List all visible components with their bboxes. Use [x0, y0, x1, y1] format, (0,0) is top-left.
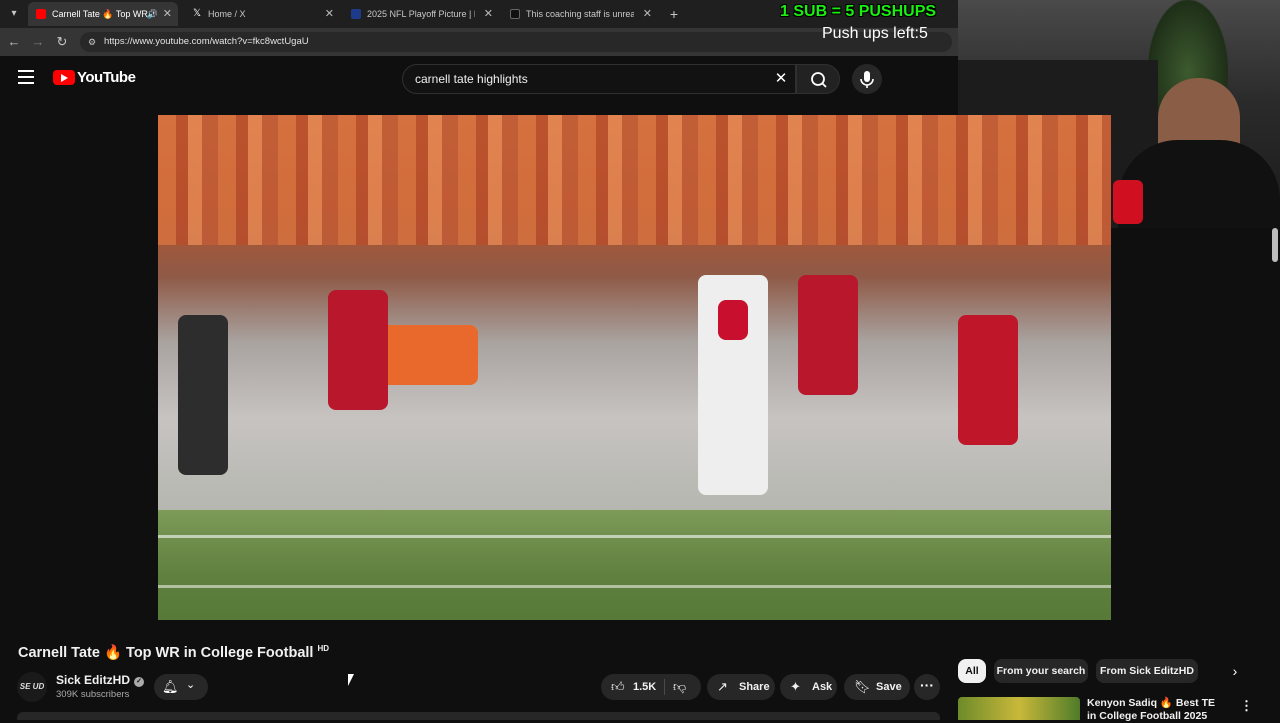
more-actions-icon[interactable]: ···	[914, 674, 940, 700]
tab-title: This coaching staff is unreal 😭	[526, 9, 634, 19]
like-icon[interactable]: 👍︎	[611, 674, 625, 700]
sideline-staff-image	[958, 315, 1018, 445]
speaker-icon[interactable]: 🔊	[147, 2, 158, 26]
save-button[interactable]: 🔖︎ Save	[844, 674, 910, 700]
subscriber-count: 309K subscribers	[56, 689, 130, 700]
site-info-icon[interactable]: ⚙	[86, 36, 98, 48]
red-cup-image	[1113, 180, 1143, 224]
youtube-wordmark: YouTube	[77, 69, 136, 86]
channel-name-text: Sick EditzHD	[56, 673, 131, 687]
tab-x[interactable]: 𝕏 Home / X ✕	[184, 2, 340, 26]
yard-line-image	[158, 535, 1111, 538]
page-scrollbar[interactable]	[1272, 228, 1278, 262]
referee-image	[178, 315, 228, 475]
football-field-image	[158, 510, 1111, 620]
share-button[interactable]: ↗ Share	[707, 674, 775, 700]
nfl-favicon-icon	[351, 9, 361, 19]
sideline-staff-image	[328, 290, 388, 410]
back-arrow-icon[interactable]: ←	[4, 32, 24, 52]
search-icon	[811, 72, 827, 88]
save-label: Save	[876, 681, 902, 693]
share-label: Share	[739, 681, 770, 693]
video-title-text: Carnell Tate 🔥 Top WR in College Footbal…	[18, 645, 314, 661]
pushups-left-text: Push ups left:5	[822, 25, 928, 42]
ask-button[interactable]: ✦ Ask	[780, 674, 837, 700]
ask-label: Ask	[812, 681, 833, 693]
tab-nfl[interactable]: 2025 NFL Playoff Picture | NFL ✕	[343, 2, 499, 26]
search-button[interactable]	[796, 64, 840, 94]
tab-title: Carnell Tate 🔥 Top WR in	[52, 9, 154, 19]
tab-search-button[interactable]: ▾	[4, 4, 24, 24]
verified-icon: ✓	[134, 677, 145, 687]
like-dislike-group: 👍︎ 1.5K 👎︎	[601, 674, 701, 700]
youtube-play-icon	[53, 70, 75, 85]
reload-icon[interactable]: ↻	[52, 32, 72, 52]
dislike-icon[interactable]: 👎︎	[673, 674, 686, 700]
like-count[interactable]: 1.5K	[633, 674, 656, 700]
yard-line-image	[158, 585, 1111, 588]
channel-avatar[interactable]: SE UD	[17, 672, 47, 702]
share-icon: ↗	[717, 679, 728, 694]
notifications-button[interactable]: 🔔︎ ⌄	[154, 674, 208, 700]
chevron-down-icon: ⌄	[186, 679, 196, 691]
address-bar-row: ← → ↻ ⚙ https://www.youtube.com/watch?v=…	[0, 28, 960, 56]
tab-title: Home / X	[208, 9, 246, 19]
video-title: Carnell Tate 🔥 Top WR in College Footbal…	[18, 644, 329, 666]
forward-arrow-icon[interactable]: →	[28, 32, 48, 52]
jersey-number-image	[718, 300, 748, 340]
mouse-cursor-icon	[348, 674, 354, 686]
youtube-logo[interactable]: YouTube	[53, 69, 136, 88]
bookmark-icon: 🔖︎	[854, 679, 871, 694]
more-vert-icon[interactable]: ⋮	[1240, 698, 1253, 714]
tab-title: 2025 NFL Playoff Picture | NFL	[367, 9, 475, 19]
menu-icon[interactable]	[18, 70, 34, 84]
sparkle-icon: ✦	[790, 679, 801, 694]
bell-icon: 🔔︎	[162, 679, 179, 694]
search-query: carnell tate highlights	[415, 72, 528, 86]
description-box[interactable]	[17, 712, 940, 720]
tab-youtube[interactable]: Carnell Tate 🔥 Top WR in 🔊 ✕	[28, 2, 178, 26]
new-tab-button[interactable]: +	[664, 4, 684, 24]
chevron-right-icon[interactable]: ›	[1224, 660, 1246, 682]
video-player[interactable]	[158, 115, 1111, 620]
chip-from-channel[interactable]: From Sick EditzHD	[1096, 659, 1198, 683]
close-tab-icon[interactable]: ✕	[643, 2, 652, 26]
url-text: https://www.youtube.com/watch?v=fkc8wctU…	[104, 36, 309, 47]
recommendation-thumbnail[interactable]	[958, 697, 1080, 720]
channel-name[interactable]: Sick EditzHD ✓	[56, 673, 145, 687]
recommendation-title[interactable]: Kenyon Sadiq 🔥 Best TE in College Footba…	[1087, 697, 1227, 723]
close-tab-icon[interactable]: ✕	[163, 2, 172, 26]
pushups-challenge-text: 1 SUB = 5 PUSHUPS	[780, 3, 937, 20]
chip-all[interactable]: All	[958, 659, 986, 683]
stadium-crowd-image	[158, 115, 1111, 245]
voice-search-button[interactable]	[852, 64, 882, 94]
microphone-icon	[860, 71, 874, 88]
youtube-header: YouTube carnell tate highlights ✕	[0, 56, 958, 102]
search-input[interactable]: carnell tate highlights ✕	[402, 64, 796, 94]
sideline-staff-image	[798, 275, 858, 395]
tiktok-favicon-icon	[510, 9, 520, 19]
hd-badge: HD	[317, 644, 329, 654]
x-logo-icon: 𝕏	[192, 8, 202, 19]
close-tab-icon[interactable]: ✕	[325, 2, 334, 26]
close-tab-icon[interactable]: ✕	[484, 2, 493, 26]
tab-tiktok[interactable]: This coaching staff is unreal 😭 ✕	[502, 2, 658, 26]
clear-search-icon[interactable]: ✕	[773, 71, 789, 87]
chip-from-your-search[interactable]: From your search	[994, 659, 1088, 683]
divider	[664, 679, 665, 695]
youtube-favicon-icon	[36, 9, 46, 19]
